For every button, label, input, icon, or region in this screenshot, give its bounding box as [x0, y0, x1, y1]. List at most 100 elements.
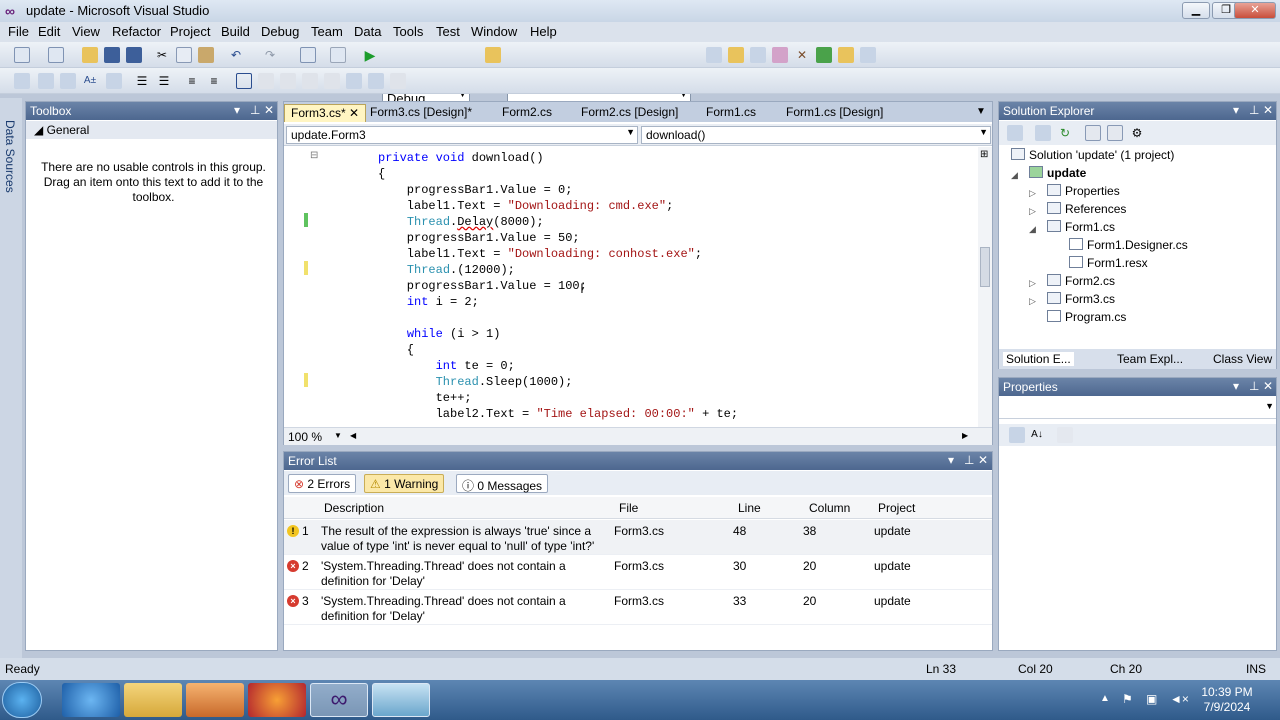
- menu-team[interactable]: Team: [311, 24, 343, 39]
- collapse-region-icon[interactable]: ⊟: [310, 150, 318, 161]
- error-row[interactable]: × 3 'System.Threading.Thread' does not c…: [284, 590, 992, 625]
- clear-bookmarks-icon[interactable]: [390, 73, 406, 89]
- auto-hide-pin-icon[interactable]: ⊥: [964, 453, 974, 467]
- menu-build[interactable]: Build: [221, 24, 250, 39]
- cut-icon[interactable]: ✂: [154, 47, 170, 63]
- show-all-files-icon[interactable]: [1035, 125, 1051, 141]
- start-page-icon[interactable]: [816, 47, 832, 63]
- new-project-icon[interactable]: [14, 47, 30, 63]
- warnings-filter-button[interactable]: ⚠ 1 Warning: [364, 474, 445, 493]
- type-select[interactable]: update.Form3 ▼: [286, 126, 638, 144]
- data-sources-tab[interactable]: Data Sources: [3, 120, 17, 193]
- uncomment-icon[interactable]: ≡: [206, 73, 222, 89]
- parameter-info-icon[interactable]: [38, 73, 54, 89]
- menu-data[interactable]: Data: [354, 24, 381, 39]
- find-in-files-icon[interactable]: [485, 47, 501, 63]
- column-file[interactable]: File: [619, 501, 638, 515]
- auto-hide-pin-icon[interactable]: ⊥: [1249, 379, 1259, 393]
- previous-bookmark-icon[interactable]: [258, 73, 274, 89]
- media-player-icon[interactable]: [186, 683, 244, 717]
- tab-form3-design[interactable]: Form3.cs [Design]*: [364, 104, 478, 122]
- firefox-icon[interactable]: [248, 683, 306, 717]
- start-button[interactable]: [2, 682, 42, 718]
- navigate-backward-icon[interactable]: [300, 47, 316, 63]
- scroll-left-icon[interactable]: ◀: [350, 431, 356, 440]
- comment-out-icon[interactable]: ≡: [184, 73, 200, 89]
- column-line[interactable]: Line: [738, 501, 761, 515]
- add-item-icon[interactable]: [48, 47, 64, 63]
- tab-solution-explorer[interactable]: Solution E...: [1003, 352, 1074, 366]
- tab-class-view[interactable]: Class View: [1213, 352, 1272, 366]
- increase-indent-icon[interactable]: ☰: [156, 73, 172, 89]
- column-description[interactable]: Description: [324, 501, 384, 515]
- menu-debug[interactable]: Debug: [261, 24, 299, 39]
- window-position-icon[interactable]: ▾: [1233, 379, 1239, 393]
- close-pane-icon[interactable]: ✕: [1263, 103, 1273, 117]
- properties-icon[interactable]: [1007, 125, 1023, 141]
- tab-overflow-icon[interactable]: ▼: [976, 106, 986, 117]
- copy-icon[interactable]: [176, 47, 192, 63]
- quick-info-icon[interactable]: [60, 73, 76, 89]
- column-project[interactable]: Project: [878, 501, 915, 515]
- navigate-forward-icon[interactable]: [330, 47, 346, 63]
- collapse-toggle-icon[interactable]: ◢: [1029, 224, 1036, 235]
- tab-form1-cs[interactable]: Form1.cs: [700, 104, 762, 122]
- view-class-diagram-icon[interactable]: ⚙: [1129, 125, 1145, 141]
- tree-item-form1-designer[interactable]: Form1.Designer.cs: [1069, 238, 1188, 252]
- next-bookmark-icon[interactable]: [280, 73, 296, 89]
- errors-filter-button[interactable]: ⊗ 2 Errors: [288, 474, 357, 493]
- tree-item-form1[interactable]: Form1.cs: [1047, 220, 1115, 234]
- paste-icon[interactable]: [198, 47, 214, 63]
- error-row[interactable]: × 2 'System.Threading.Thread' does not c…: [284, 555, 992, 590]
- tree-solution[interactable]: Solution 'update' (1 project): [1011, 148, 1174, 162]
- close-pane-icon[interactable]: ✕: [978, 453, 988, 467]
- display-word-completion-icon[interactable]: [106, 73, 122, 89]
- menu-window[interactable]: Window: [471, 24, 517, 39]
- alphabetical-icon[interactable]: A↓: [1029, 427, 1045, 443]
- editor-vertical-scrollbar[interactable]: ⊞: [978, 147, 992, 427]
- categorized-icon[interactable]: [1009, 427, 1025, 443]
- extension-manager-icon[interactable]: [838, 47, 854, 63]
- app-taskbar-icon[interactable]: [372, 683, 430, 717]
- member-select[interactable]: download() ▼: [641, 126, 991, 144]
- column-column[interactable]: Column: [809, 501, 850, 515]
- tree-project[interactable]: update: [1029, 166, 1086, 180]
- tree-item-properties[interactable]: Properties: [1047, 184, 1120, 198]
- close-pane-icon[interactable]: ✕: [264, 103, 274, 117]
- decrease-indent-icon[interactable]: ☰: [134, 73, 150, 89]
- menu-view[interactable]: View: [72, 24, 100, 39]
- error-row[interactable]: ! 1 The result of the expression is alwa…: [284, 520, 992, 555]
- previous-bookmark-folder-icon[interactable]: [302, 73, 318, 89]
- tree-item-references[interactable]: References: [1047, 202, 1126, 216]
- menu-edit[interactable]: Edit: [38, 24, 60, 39]
- open-folder-icon[interactable]: [82, 47, 98, 63]
- action-center-icon[interactable]: ⚑: [1122, 692, 1133, 706]
- tree-item-program[interactable]: Program.cs: [1047, 310, 1126, 324]
- auto-hide-pin-icon[interactable]: ⊥: [1249, 103, 1259, 117]
- minimize-button[interactable]: ▁: [1182, 2, 1210, 19]
- expand-toggle-icon[interactable]: ◢: [1011, 170, 1018, 181]
- toolbox-icon[interactable]: [772, 47, 788, 63]
- previous-bookmark-document-icon[interactable]: [346, 73, 362, 89]
- close-button[interactable]: ✕: [1234, 2, 1276, 19]
- zoom-dropdown-icon[interactable]: ▼: [334, 431, 342, 440]
- auto-hide-pin-icon[interactable]: ⊥: [250, 103, 260, 117]
- close-tab-icon[interactable]: ✕: [349, 106, 359, 120]
- object-select[interactable]: ▼: [999, 397, 1276, 419]
- clock[interactable]: 10:39 PM 7/9/2024: [1197, 685, 1257, 715]
- tab-form2-design[interactable]: Form2.cs [Design]: [575, 104, 684, 122]
- tree-item-form2[interactable]: Form2.cs: [1047, 274, 1115, 288]
- messages-filter-button[interactable]: ⓘ 0 Messages: [456, 474, 549, 493]
- properties-window-icon[interactable]: [728, 47, 744, 63]
- close-pane-icon[interactable]: ✕: [1263, 379, 1273, 393]
- solution-explorer-icon[interactable]: [706, 47, 722, 63]
- file-explorer-icon[interactable]: [124, 683, 182, 717]
- refresh-icon[interactable]: ↻: [1057, 125, 1073, 141]
- tab-form1-design[interactable]: Form1.cs [Design]: [780, 104, 889, 122]
- code-text-area[interactable]: ⊟ private void download() { progressBar1…: [284, 147, 978, 427]
- command-window-icon[interactable]: [860, 47, 876, 63]
- save-all-icon[interactable]: [126, 47, 142, 63]
- scroll-right-icon[interactable]: ▶: [962, 431, 968, 440]
- undo-icon[interactable]: ↶: [228, 47, 244, 63]
- expand-toggle-icon[interactable]: ▷: [1029, 278, 1036, 289]
